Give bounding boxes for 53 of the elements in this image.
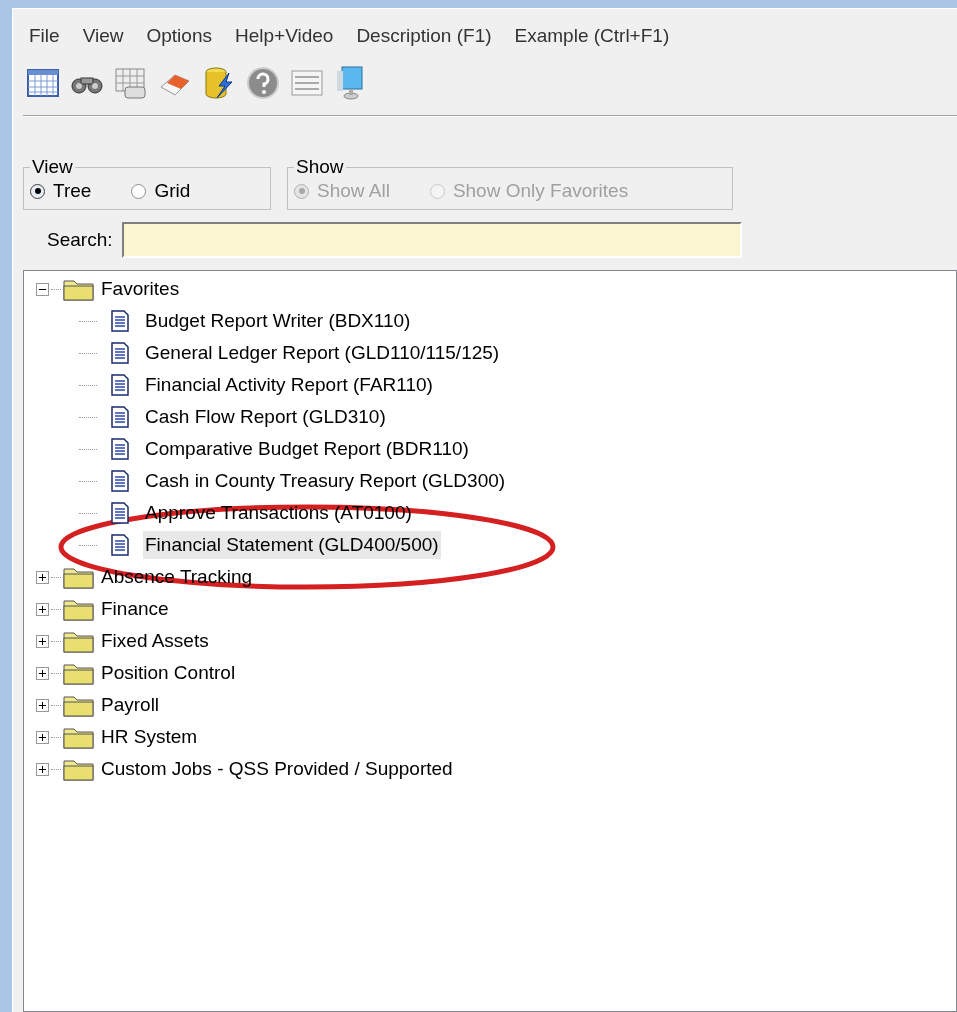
collapse-toggle[interactable] xyxy=(36,282,49,296)
menu-item[interactable]: Help+Video xyxy=(234,21,334,51)
tree-folder[interactable]: HR System xyxy=(101,722,198,752)
radio-label[interactable]: Tree xyxy=(53,176,92,206)
tree-item[interactable]: General Ledger Report (GLD110/115/125) xyxy=(143,338,502,368)
tree-folder[interactable]: Finance xyxy=(101,594,169,624)
document-icon xyxy=(111,438,129,460)
menu-item[interactable]: Example (Ctrl+F1) xyxy=(514,21,670,51)
tree-item[interactable]: Cash Flow Report (GLD310) xyxy=(143,402,388,432)
expand-toggle[interactable] xyxy=(36,698,49,712)
menu-item[interactable]: Description (F1) xyxy=(356,21,492,51)
expand-toggle[interactable] xyxy=(36,602,49,616)
group-title: Show xyxy=(295,157,345,177)
folder-icon xyxy=(63,661,95,685)
tree-folder[interactable]: Fixed Assets xyxy=(101,626,209,656)
tree-folder[interactable]: Custom Jobs - QSS Provided / Supported xyxy=(101,754,453,784)
expand-toggle[interactable] xyxy=(36,762,49,776)
document-icon xyxy=(111,534,129,556)
tree-item[interactable]: Financial Activity Report (FAR110) xyxy=(143,370,435,400)
tree-item[interactable]: Budget Report Writer (BDX110) xyxy=(143,306,413,336)
tree-folder[interactable]: Position Control xyxy=(101,658,236,688)
folder-icon xyxy=(63,629,95,653)
radio-label[interactable]: Grid xyxy=(154,176,191,206)
menu-item[interactable]: Options xyxy=(146,21,212,51)
search-field[interactable] xyxy=(122,222,743,258)
document-icon xyxy=(111,342,129,364)
document-icon xyxy=(111,406,129,428)
group-title: View xyxy=(31,157,74,177)
help-icon[interactable] xyxy=(245,65,281,101)
tree-folder[interactable]: Payroll xyxy=(101,690,160,720)
document-icon xyxy=(111,470,129,492)
menu-item[interactable]: View xyxy=(82,21,124,51)
radio-button[interactable] xyxy=(30,183,45,199)
folder-icon xyxy=(63,565,95,589)
tree-item[interactable]: Comparative Budget Report (BDR110) xyxy=(143,434,471,464)
folder-icon xyxy=(63,725,95,749)
radio-button[interactable] xyxy=(131,183,147,199)
menu-item[interactable]: File xyxy=(29,21,60,51)
document-icon xyxy=(111,502,129,524)
expand-toggle[interactable] xyxy=(36,570,49,584)
document-icon xyxy=(111,374,129,396)
tree-folder[interactable]: Favorites xyxy=(101,274,180,304)
expand-toggle[interactable] xyxy=(36,634,49,648)
expand-toggle[interactable] xyxy=(36,666,49,680)
document-icon xyxy=(111,310,129,332)
expand-toggle[interactable] xyxy=(36,730,49,744)
folder-icon xyxy=(63,757,95,781)
folder-icon xyxy=(63,277,95,301)
search-label: Search: xyxy=(47,227,113,252)
folder-icon xyxy=(63,597,95,621)
tree-item[interactable]: Cash in County Treasury Report (GLD300) xyxy=(143,466,508,496)
tree-item[interactable]: Financial Statement (GLD400/500) xyxy=(143,530,441,560)
folder-icon xyxy=(63,693,95,717)
